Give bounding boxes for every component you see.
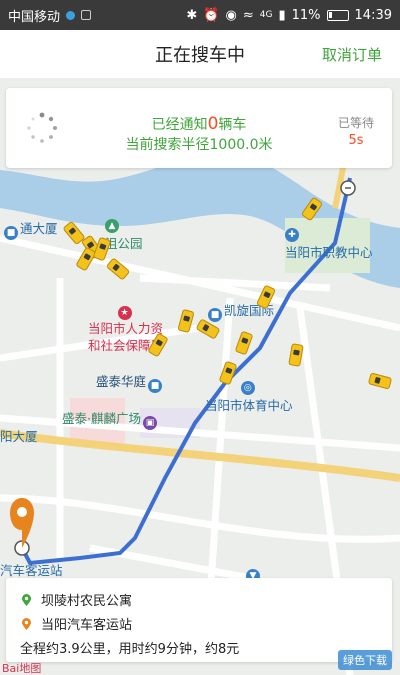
route-info-card: 坝陵村农民公寓 当阳汽车客运站 全程约3.9公里，用时约9分钟，约8元 bbox=[6, 578, 392, 662]
poi-shengtai-plaza: 盛泰·麒麟广场 ▣ bbox=[62, 408, 159, 430]
wait-label: 已等待 bbox=[337, 116, 374, 130]
watermark: 绿色下载 bbox=[338, 650, 392, 670]
poi-tong-building: ■ 通大厦 bbox=[4, 218, 58, 240]
poi-bus-station: 汽车客运站 bbox=[0, 563, 63, 578]
page-title: 正在搜车中 bbox=[155, 45, 245, 66]
app-header: 正在搜车中 取消订单 bbox=[0, 30, 400, 78]
origin-pin-icon bbox=[22, 593, 31, 606]
poi-ju-park: ▲ 沮公园 bbox=[105, 219, 143, 251]
poi-sports-center: ◎ 当阳市体育中心 bbox=[205, 381, 293, 413]
wait-value: 5s bbox=[348, 133, 364, 148]
alarm-icon: ⏰ bbox=[203, 7, 220, 23]
carrier-name: 中国移动 bbox=[8, 9, 61, 25]
park-icon: ▲ bbox=[105, 219, 119, 233]
destination-pin-icon bbox=[22, 617, 31, 630]
battery-icon bbox=[326, 9, 349, 21]
status-bar: 中国移动 ✱ ⏰ ◉ ≈ 4G ▮ 11% 14:39 bbox=[0, 0, 400, 30]
wait-timer: 已等待 5s bbox=[338, 114, 374, 148]
battery-percent: 11% bbox=[291, 7, 321, 23]
eye-icon: ◉ bbox=[225, 7, 237, 23]
location-icon bbox=[66, 10, 76, 20]
cancel-order-button[interactable]: 取消订单 bbox=[322, 44, 382, 65]
signal-icon: ▮ bbox=[278, 7, 286, 23]
map-provider-logo: Bai地图 bbox=[2, 662, 42, 675]
poi-tong-building-2: 阳大厦 bbox=[0, 429, 38, 444]
notify-status: 已经通知0辆车 bbox=[151, 114, 247, 134]
residence-icon: ■ bbox=[148, 379, 163, 393]
origin-row: 坝陵村农民公寓 bbox=[22, 590, 132, 609]
poi-shengtai: 盛泰华庭 ■ bbox=[96, 371, 164, 393]
destination-row: 当阳汽车客运站 bbox=[22, 614, 132, 633]
destination-address: 当阳汽车客运站 bbox=[41, 618, 133, 633]
search-radius: 当前搜索半径1000.0米 bbox=[125, 137, 273, 153]
government-icon: ★ bbox=[117, 306, 132, 320]
notified-count: 0 bbox=[207, 114, 219, 134]
poi-vocational-center: ✚ 当阳市职教中心 bbox=[285, 228, 373, 260]
wifi-icon: ≈ bbox=[242, 7, 254, 23]
trip-summary: 全程约3.9公里，用时约9分钟，约8元 bbox=[20, 642, 240, 657]
school-icon: ✚ bbox=[285, 228, 299, 242]
status-indicators: ✱ ⏰ ◉ ≈ 4G ▮ 11% 14:39 bbox=[186, 8, 392, 23]
shopping-icon: ▣ bbox=[142, 416, 157, 430]
image-notification-icon bbox=[81, 10, 92, 20]
building-icon: ■ bbox=[4, 226, 18, 240]
bluetooth-icon: ✱ bbox=[186, 7, 198, 23]
origin-address: 坝陵村农民公寓 bbox=[41, 594, 133, 609]
search-status-card: 已经通知0辆车 当前搜索半径1000.0米 已等待 5s bbox=[6, 88, 392, 168]
clock: 14:39 bbox=[354, 7, 392, 23]
building-icon: ■ bbox=[208, 308, 222, 322]
network-type: 4G bbox=[259, 10, 273, 20]
stadium-icon: ◎ bbox=[240, 381, 255, 395]
